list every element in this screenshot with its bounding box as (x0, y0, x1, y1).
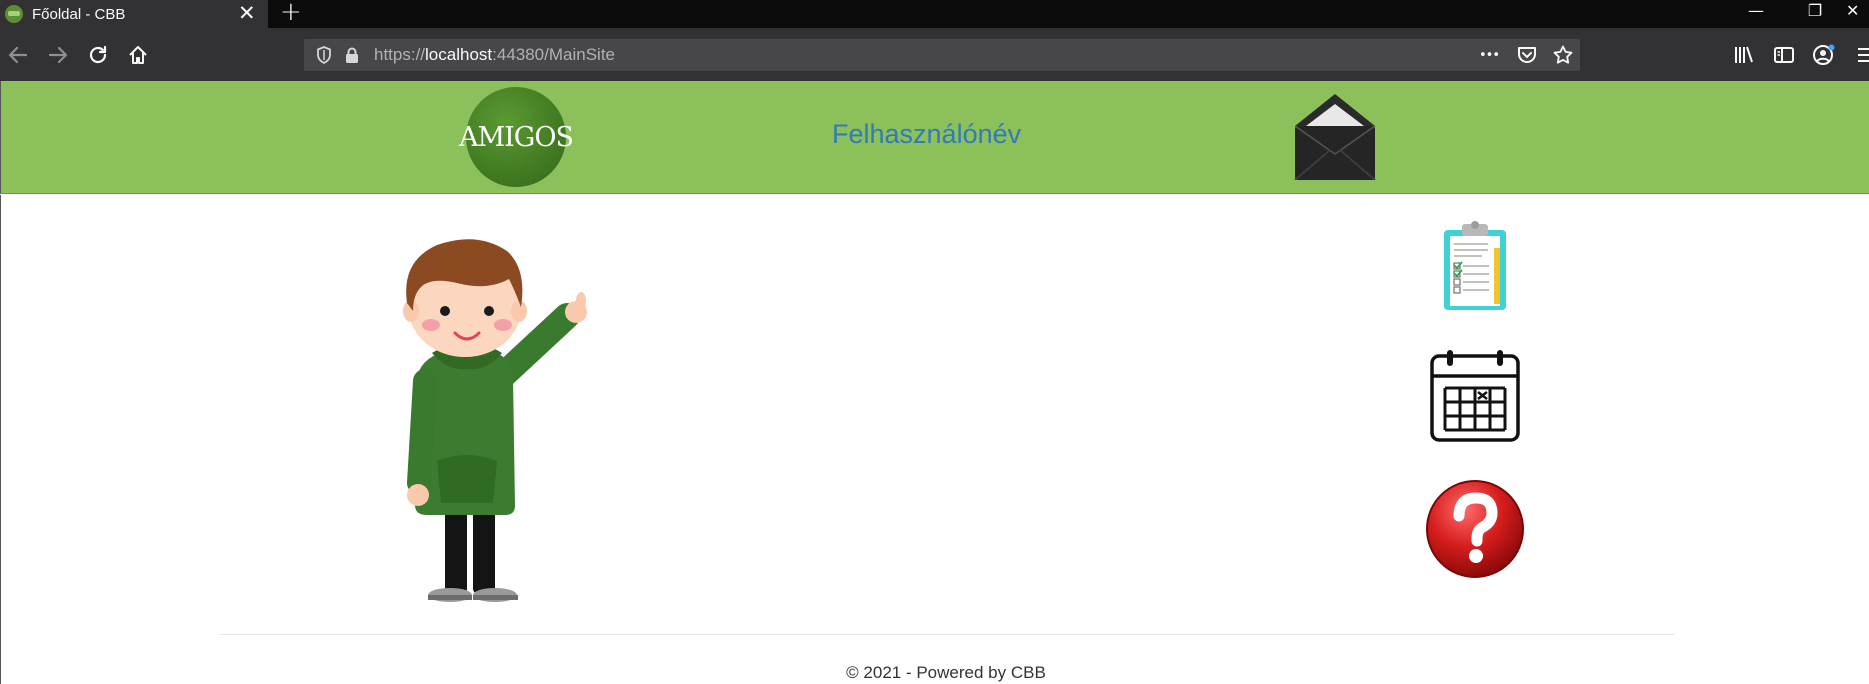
back-arrow-icon (8, 46, 28, 63)
site-favicon-icon (5, 5, 23, 23)
reload-icon (89, 45, 107, 63)
envelope-icon[interactable] (1294, 92, 1376, 180)
url-path: :44380/MainSite (492, 45, 616, 64)
window-close-button[interactable]: ✕ (1846, 0, 1869, 28)
clipboard-checklist-icon[interactable] (1442, 220, 1508, 312)
home-icon (129, 45, 147, 64)
tab-close-icon[interactable]: ✕ (238, 2, 256, 24)
sidebar-button[interactable] (1766, 28, 1802, 81)
account-icon (1813, 44, 1835, 65)
sidebar-icon (1774, 46, 1794, 63)
lock-icon[interactable] (342, 39, 362, 71)
browser-tab-active[interactable]: Főoldal - CBB ✕ (0, 0, 268, 28)
library-button[interactable] (1726, 28, 1762, 81)
back-button[interactable] (0, 28, 36, 81)
library-icon (1735, 46, 1753, 63)
amigos-logo[interactable]: AMIGOS (459, 87, 574, 187)
tracking-shield-icon[interactable] (312, 39, 336, 71)
username-link[interactable]: Felhasználónév (832, 119, 1021, 150)
forward-arrow-icon (48, 46, 68, 63)
page-actions-icon[interactable]: ••• (1476, 39, 1502, 71)
url-text: https://localhost:44380/MainSite (374, 39, 615, 71)
window-minimize-button[interactable]: — (1736, 0, 1776, 28)
browser-toolbar: https://localhost:44380/MainSite ••• (0, 28, 1869, 81)
tab-title: Főoldal - CBB (32, 5, 126, 23)
url-scheme: https:// (374, 45, 426, 64)
window-restore-button[interactable]: ❐ (1795, 0, 1835, 28)
home-button[interactable] (120, 28, 156, 81)
new-tab-button[interactable]: + (280, 0, 302, 25)
footer-divider (219, 634, 1674, 635)
url-bar[interactable]: https://localhost:44380/MainSite ••• (304, 39, 1580, 71)
forward-button[interactable] (40, 28, 76, 81)
site-header: AMIGOS Felhasználónév (0, 81, 1869, 194)
browser-tabstrip: Főoldal - CBB ✕ + — ❐ ✕ (0, 0, 1869, 28)
reload-button[interactable] (80, 28, 116, 81)
pocket-icon[interactable] (1514, 39, 1540, 71)
main-content: © 2021 - Powered by CBB (0, 195, 1869, 684)
menu-button[interactable] (1852, 28, 1869, 81)
url-host: localhost (425, 45, 493, 64)
account-button[interactable] (1806, 28, 1842, 81)
hamburger-menu-icon (1858, 47, 1869, 62)
bookmark-star-icon[interactable] (1550, 39, 1576, 71)
footer-copyright: © 2021 - Powered by CBB (846, 663, 1046, 682)
help-question-icon[interactable] (1425, 479, 1525, 579)
calendar-icon[interactable] (1429, 348, 1521, 444)
logo-text: AMIGOS (459, 121, 574, 153)
waving-boy-illustration (403, 239, 587, 602)
